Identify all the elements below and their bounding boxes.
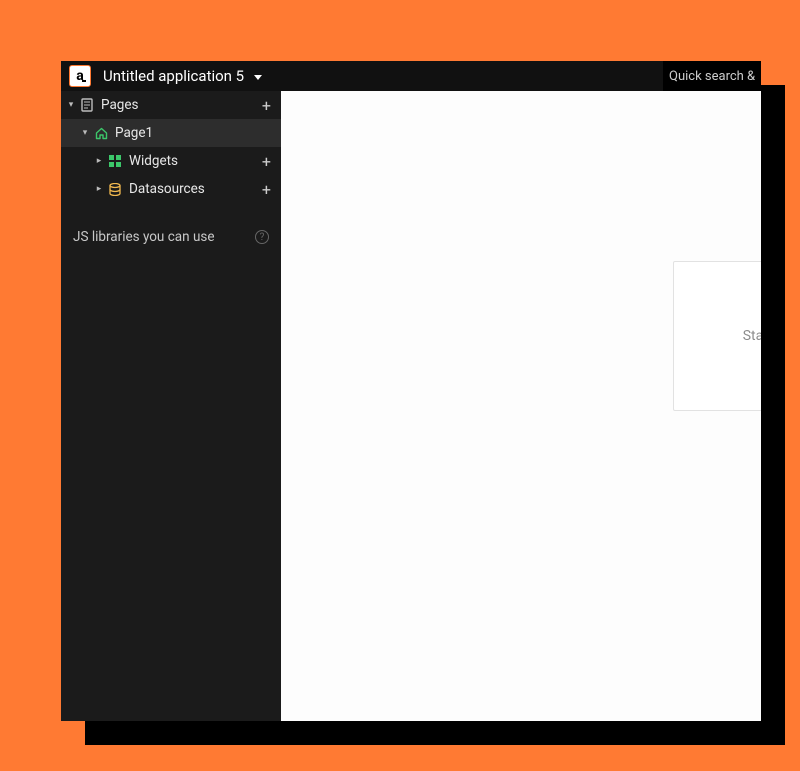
chevron-down-icon bbox=[254, 75, 262, 80]
starter-card[interactable]: Sta bbox=[673, 261, 761, 411]
tree-row-pages[interactable]: ▾ Pages + bbox=[61, 91, 281, 119]
chevron-down-icon[interactable]: ▾ bbox=[79, 128, 91, 138]
sidebar: ▾ Pages + ▾ Page1 ▸ Widgets bbox=[61, 91, 281, 721]
app-title-text: Untitled application 5 bbox=[103, 67, 244, 85]
help-icon[interactable]: ? bbox=[255, 230, 269, 244]
home-icon bbox=[93, 127, 109, 140]
js-libraries-label: JS libraries you can use bbox=[73, 229, 215, 245]
tree-row-datasources[interactable]: ▸ Datasources + bbox=[61, 175, 281, 203]
quick-search-button[interactable]: Quick search & bbox=[663, 61, 761, 91]
logo-text: a bbox=[76, 68, 84, 84]
js-libraries-section[interactable]: JS libraries you can use ? bbox=[61, 223, 281, 251]
datasources-label: Datasources bbox=[129, 181, 262, 197]
app-title-dropdown[interactable]: Untitled application 5 bbox=[103, 67, 262, 85]
widgets-label: Widgets bbox=[129, 153, 262, 169]
chevron-down-icon[interactable]: ▾ bbox=[65, 100, 77, 110]
widgets-icon bbox=[107, 155, 123, 167]
quick-search-label: Quick search & bbox=[669, 69, 755, 84]
starter-card-text: Sta bbox=[743, 328, 761, 344]
tree-row-widgets[interactable]: ▸ Widgets + bbox=[61, 147, 281, 175]
add-page-button[interactable]: + bbox=[262, 96, 271, 115]
page-icon bbox=[79, 98, 95, 112]
pages-label: Pages bbox=[101, 97, 262, 113]
topbar: a Untitled application 5 Quick search & bbox=[61, 61, 761, 91]
canvas-area[interactable]: Sta bbox=[281, 91, 761, 721]
database-icon bbox=[107, 183, 123, 196]
main-area: ▾ Pages + ▾ Page1 ▸ Widgets bbox=[61, 91, 761, 721]
chevron-right-icon[interactable]: ▸ bbox=[93, 184, 105, 194]
tree-row-page1[interactable]: ▾ Page1 bbox=[61, 119, 281, 147]
app-logo[interactable]: a bbox=[69, 65, 91, 87]
app-window: a Untitled application 5 Quick search & … bbox=[61, 61, 761, 721]
page1-label: Page1 bbox=[115, 125, 271, 141]
add-widget-button[interactable]: + bbox=[262, 152, 271, 171]
chevron-right-icon[interactable]: ▸ bbox=[93, 156, 105, 166]
add-datasource-button[interactable]: + bbox=[262, 180, 271, 199]
